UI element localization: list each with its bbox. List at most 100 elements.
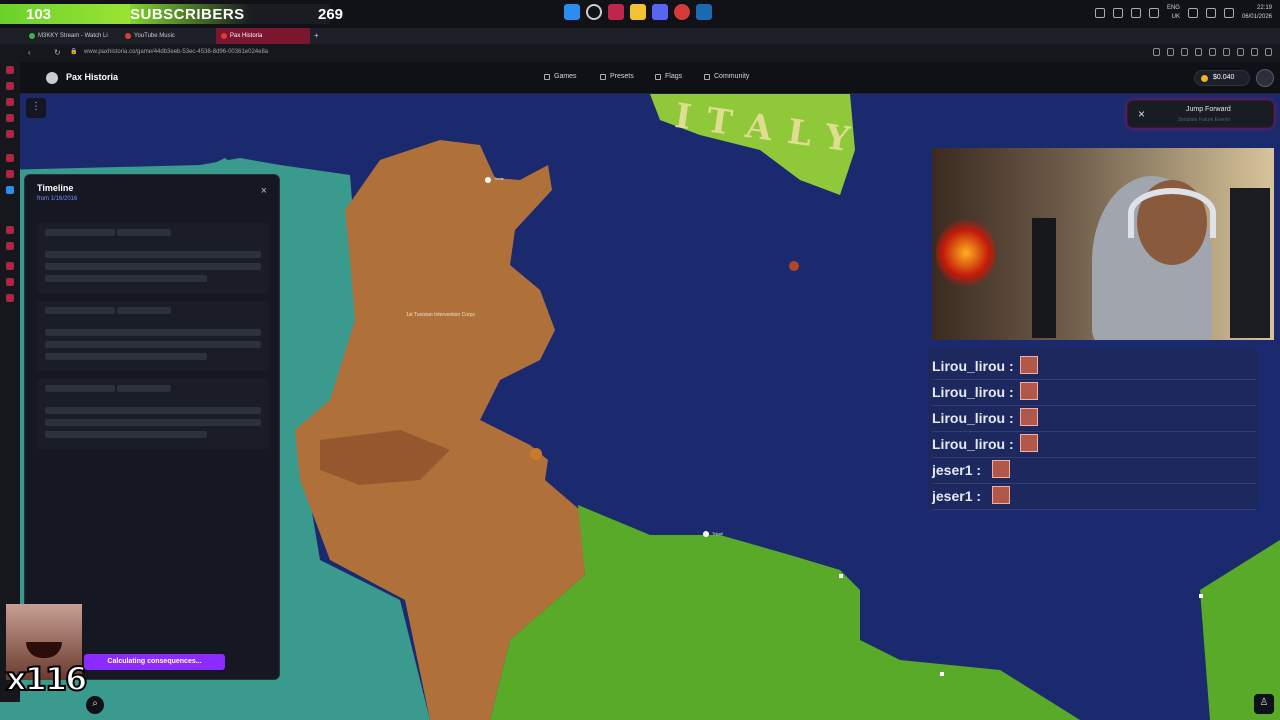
extension-icon[interactable] — [1181, 48, 1188, 56]
nav-games[interactable]: Games — [544, 73, 577, 80]
volume-icon[interactable] — [1205, 8, 1216, 18]
tab-m3kky-stream[interactable]: M3KKY Stream - Watch Li — [24, 28, 120, 44]
tray-app-icon[interactable] — [1148, 8, 1159, 18]
twitch-icon — [29, 33, 35, 39]
webcam-microphone — [1032, 218, 1056, 338]
chat-message: Lirou_lirou : — [932, 380, 1256, 406]
loading-skeleton — [37, 223, 269, 293]
nav-flags[interactable]: Flags — [655, 73, 682, 80]
city-marker-tripoli[interactable] — [703, 531, 709, 537]
extension-icon[interactable] — [1153, 48, 1160, 56]
timeline-title: Timeline — [37, 183, 74, 193]
sidebar-icon[interactable] — [6, 154, 14, 162]
pax-historia-icon — [221, 33, 227, 39]
back-icon[interactable]: ‹ — [28, 48, 38, 58]
webcam-light — [936, 218, 996, 288]
chat-message: jeser1 : — [932, 484, 1256, 510]
chevron-up-icon[interactable] — [1094, 8, 1105, 18]
chat-username: Lirou_lirou : — [932, 358, 1014, 374]
city-marker[interactable] — [1199, 594, 1203, 598]
clock-time: 22:19 — [1256, 5, 1272, 11]
city-marker-tunis[interactable] — [485, 177, 491, 183]
emote-multiplier: x116 — [5, 659, 88, 699]
map-menu-button[interactable]: ⋮ — [26, 98, 46, 118]
chat-message: Lirou_lirou : — [932, 432, 1256, 458]
chat-username: jeser1 : — [932, 488, 982, 504]
city-marker[interactable] — [940, 672, 944, 676]
subscriber-count-left: 103 — [0, 4, 130, 24]
city-label-tripoli: Tripoli — [712, 531, 723, 536]
nav-label: Flags — [665, 73, 683, 80]
sidebar-icon[interactable] — [6, 294, 14, 302]
tab-label: YouTube Music — [134, 33, 175, 39]
play-icon — [600, 73, 606, 80]
sidebar-icon[interactable] — [6, 226, 14, 234]
jump-forward-subtitle: Simulate Future Events — [1178, 117, 1230, 123]
heart-icon[interactable] — [1209, 48, 1216, 56]
balance-button[interactable]: $0.040 — [1194, 70, 1250, 86]
language-indicator[interactable]: ENG UK — [1167, 4, 1180, 22]
extension-icon[interactable] — [1223, 48, 1230, 56]
opera-icon[interactable] — [608, 4, 624, 20]
close-icon[interactable]: × — [1138, 107, 1145, 121]
windows-start-icon[interactable] — [564, 4, 580, 20]
lock-icon[interactable]: 🔒 — [70, 48, 80, 58]
emote-mouth — [26, 642, 62, 658]
sidebar-icon[interactable] — [6, 186, 14, 194]
clock-date: 06/01/2026 — [1241, 14, 1272, 20]
clock[interactable]: 22:19 06/01/2026 — [1242, 4, 1272, 22]
network-icon[interactable] — [1187, 8, 1198, 18]
chat-username: Lirou_lirou : — [932, 410, 1014, 426]
url-field[interactable]: www.paxhistoria.co/game/44db3eeb-53ec-45… — [84, 49, 268, 55]
app-icon[interactable] — [674, 4, 690, 20]
sidebar-icon[interactable] — [6, 170, 14, 178]
folder-icon[interactable] — [630, 4, 646, 20]
new-tab-button[interactable]: + — [310, 28, 324, 44]
tray-app-icon[interactable] — [1112, 8, 1123, 18]
person-icon[interactable]: ♙ — [1254, 694, 1274, 714]
jump-forward-card[interactable]: × Jump Forward Simulate Future Events — [1127, 100, 1274, 128]
sidebar-icon[interactable] — [6, 242, 14, 250]
chat-message: jeser1 : — [932, 458, 1256, 484]
sidebar-icon[interactable] — [6, 278, 14, 286]
sidebar-icon[interactable] — [6, 114, 14, 122]
chat-username: Lirou_lirou : — [932, 436, 1014, 452]
extension-icon[interactable] — [1167, 48, 1174, 56]
webcam-feed — [932, 148, 1274, 340]
naval-unit-icon[interactable] — [789, 261, 799, 271]
sidebar-icon[interactable] — [6, 82, 14, 90]
loading-skeleton — [37, 301, 269, 371]
steam-icon[interactable] — [696, 4, 712, 20]
brand-name[interactable]: Pax Historia — [66, 72, 118, 82]
menu-icon[interactable] — [1265, 48, 1272, 56]
tab-label: Pax Historia — [230, 33, 263, 39]
sidebar-icon[interactable] — [6, 262, 14, 270]
sidebar-icon[interactable] — [6, 66, 14, 74]
chat-message: Lirou_lirou : — [932, 406, 1256, 432]
tray-app-icon[interactable] — [1130, 8, 1141, 18]
download-icon[interactable] — [1237, 48, 1244, 56]
pax-historia-logo-icon[interactable] — [46, 72, 58, 84]
battery-icon[interactable] — [1223, 8, 1234, 18]
army-unit-icon[interactable] — [530, 448, 542, 460]
sidebar-icon[interactable] — [6, 130, 14, 138]
city-label-tunis: Tunis — [494, 176, 504, 181]
nav-community[interactable]: Community — [704, 73, 749, 80]
nav-presets[interactable]: Presets — [600, 73, 634, 80]
sidebar-icon[interactable] — [6, 98, 14, 106]
extension-icon[interactable] — [1195, 48, 1202, 56]
discord-icon[interactable] — [652, 4, 668, 20]
reload-icon[interactable]: ↻ — [54, 48, 64, 58]
unit-label[interactable]: 1st Tunisian Intervention Corps — [406, 312, 475, 318]
user-avatar[interactable] — [1256, 69, 1274, 87]
search-icon[interactable] — [586, 4, 602, 20]
search-icon[interactable]: ⌕ — [86, 696, 104, 714]
close-icon[interactable]: × — [261, 185, 267, 197]
ai-icon[interactable] — [1251, 48, 1258, 56]
emote-icon — [1020, 408, 1038, 426]
nav-label: Games — [554, 73, 577, 80]
tab-pax-historia[interactable]: Pax Historia — [216, 28, 310, 44]
os-taskbar: 103 SUBSCRIBERS 269 ENG UK 22:19 06/01/2… — [0, 0, 1280, 28]
tab-youtube-music[interactable]: YouTube Music — [120, 28, 216, 44]
city-marker[interactable] — [839, 574, 843, 578]
